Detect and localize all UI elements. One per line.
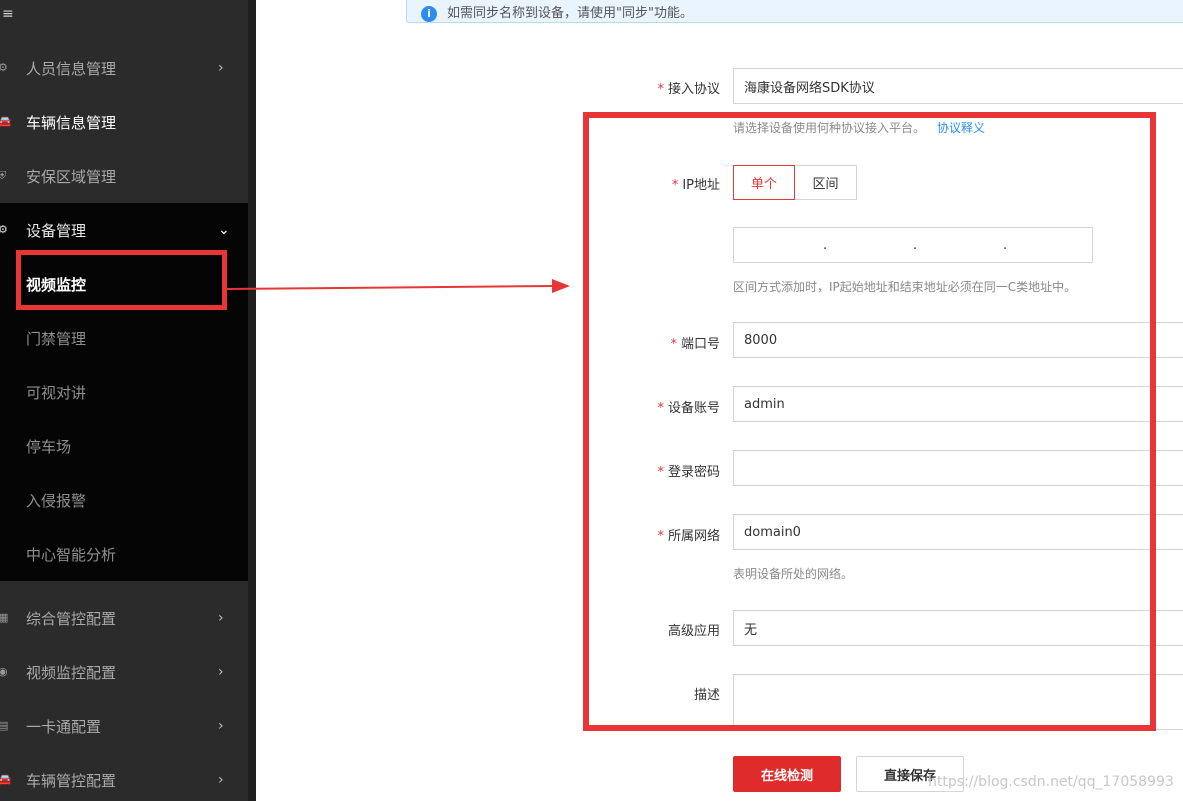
sidebar-subitem-intelligent-analysis[interactable]: 中心智能分析 <box>0 527 248 581</box>
sidebar-scrollbar[interactable] <box>248 0 256 801</box>
sidebar-subitem-parking[interactable]: 停车场 <box>0 419 248 473</box>
sidebar-subitem-label: 可视对讲 <box>26 383 87 402</box>
sidebar-item-label: 综合管控配置 <box>26 609 117 628</box>
chevron-right-icon: › <box>218 60 224 76</box>
sidebar-item-video-config[interactable]: ◉ 视频监控配置 › <box>0 645 248 699</box>
camera-icon: ◉ <box>0 665 8 678</box>
sidebar-item-person-info[interactable]: ⚙ 人员信息管理 › <box>0 41 248 95</box>
menu-icon[interactable]: ≡ <box>2 6 14 22</box>
sidebar-item-vehicle-config[interactable]: 🚘 车辆管控配置 › <box>0 753 248 801</box>
sidebar-subitem-label: 入侵报警 <box>26 491 87 510</box>
chevron-right-icon: › <box>218 664 224 680</box>
annotation-highlight-nav <box>16 250 227 310</box>
sidebar-item-security-area[interactable]: ⛨ 安保区域管理 <box>0 149 248 203</box>
sidebar-subitem-video-intercom[interactable]: 可视对讲 <box>0 365 248 419</box>
gear-person-icon: ⚙ <box>0 61 8 74</box>
sidebar-subitem-label: 中心智能分析 <box>26 545 117 564</box>
chevron-down-icon: ⌄ <box>218 222 230 238</box>
sidebar-item-vehicle-info[interactable]: 🚘 车辆信息管理 <box>0 95 248 149</box>
online-check-button[interactable]: 在线检测 <box>733 756 841 792</box>
sidebar-item-device-management[interactable]: ⚙ 设备管理 ⌄ <box>0 203 248 257</box>
watermark: https://blog.csdn.net/qq_17058993 <box>928 774 1174 790</box>
shield-icon: ⛨ <box>0 169 7 182</box>
sidebar-item-label: 人员信息管理 <box>26 59 117 78</box>
sidebar-item-label: 车辆管控配置 <box>26 771 117 790</box>
info-alert: i 如需同步名称到设备，请使用"同步"功能。 <box>406 0 1183 23</box>
gear-icon: ⚙ <box>0 223 8 236</box>
sidebar-item-card-config[interactable]: ▤ 一卡通配置 › <box>0 699 248 753</box>
chevron-right-icon: › <box>218 772 224 788</box>
protocol-label: * 接入协议 <box>657 82 720 97</box>
sidebar-item-label: 安保区域管理 <box>26 167 117 186</box>
sidebar-item-label: 车辆信息管理 <box>26 113 117 132</box>
sidebar: ≡ ⚙ 人员信息管理 › 🚘 车辆信息管理 ⛨ 安保区域管理 ⚙ 设备管理 ⌄ … <box>0 0 248 801</box>
sidebar-item-label: 视频监控配置 <box>26 663 117 682</box>
sidebar-subitem-label: 停车场 <box>26 437 72 456</box>
sidebar-item-label: 一卡通配置 <box>26 717 102 736</box>
car-icon: 🚘 <box>0 115 12 128</box>
sidebar-subitem-label: 门禁管理 <box>26 329 87 348</box>
annotation-arrow <box>226 279 570 293</box>
grid-icon: ▦ <box>0 611 9 624</box>
sidebar-item-label: 设备管理 <box>26 221 87 240</box>
card-icon: ▤ <box>0 719 9 732</box>
info-icon: i <box>421 6 437 22</box>
protocol-select[interactable]: 海康设备网络SDK协议 <box>733 68 1183 104</box>
info-alert-text: 如需同步名称到设备，请使用"同步"功能。 <box>447 6 693 21</box>
chevron-right-icon: › <box>218 610 224 626</box>
car-icon: 🚘 <box>0 773 12 786</box>
sidebar-subitem-intrusion-alarm[interactable]: 入侵报警 <box>0 473 248 527</box>
chevron-right-icon: › <box>218 718 224 734</box>
annotation-highlight-form <box>583 112 1156 731</box>
sidebar-subitem-access-control[interactable]: 门禁管理 <box>0 311 248 365</box>
sidebar-item-integrated-config[interactable]: ▦ 综合管控配置 › <box>0 591 248 645</box>
